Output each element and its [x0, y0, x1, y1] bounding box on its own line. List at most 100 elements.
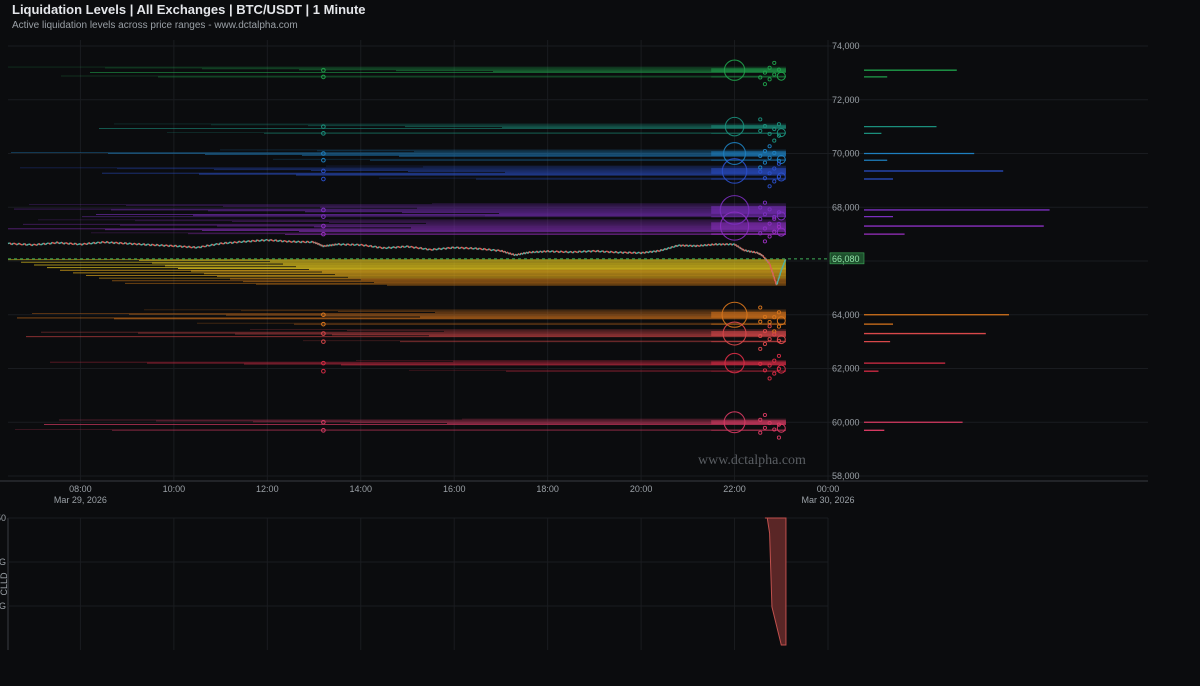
y-tick-label: 70,000	[832, 149, 860, 159]
level-70750	[167, 131, 786, 136]
level-67300	[8, 219, 786, 232]
price-segment	[470, 246, 474, 250]
price-segment	[527, 251, 530, 254]
price-segment	[395, 245, 399, 249]
price-segment	[509, 252, 512, 255]
price-segment	[661, 249, 665, 252]
x-tick-sublabel: Mar 29, 2026	[54, 495, 107, 505]
price-segment	[163, 244, 166, 247]
price-segment	[750, 250, 753, 253]
price-segment	[186, 245, 190, 249]
liquidation-band-below	[8, 259, 786, 286]
liquidation-dot	[767, 324, 772, 329]
price-segment	[275, 239, 278, 242]
liquidation-dot	[772, 60, 777, 65]
price-segment	[106, 240, 110, 244]
price-segment	[245, 240, 248, 243]
liquidation-dot	[758, 117, 763, 122]
price-segment	[206, 244, 210, 247]
liquidation-dot	[767, 234, 772, 239]
price-segment	[277, 240, 280, 243]
level-64000	[17, 309, 786, 320]
liquidation-dot	[767, 184, 772, 189]
price-segment	[425, 247, 429, 251]
price-segment	[774, 281, 777, 285]
price-segment	[26, 243, 29, 246]
price-segment	[590, 249, 594, 253]
price-segment	[133, 242, 136, 245]
level-70000	[11, 149, 786, 157]
price-segment	[255, 239, 258, 243]
price-segment	[195, 246, 198, 249]
level-63000	[303, 339, 786, 344]
price-segment	[293, 240, 297, 244]
price-segment	[603, 250, 607, 254]
price-segment	[656, 249, 659, 252]
current-price-label: 66,080	[829, 252, 865, 265]
x-tick-sublabel: Mar 30, 2026	[801, 495, 854, 505]
price-segment	[463, 246, 467, 250]
price-segment	[252, 239, 255, 242]
liquidation-dot	[767, 376, 772, 381]
liquidation-dot	[772, 371, 777, 376]
level-origin-dot	[321, 176, 326, 182]
price-segment	[286, 240, 290, 243]
price-segment	[516, 253, 519, 257]
liquidation-dot	[758, 305, 763, 310]
price-segment	[737, 245, 740, 248]
price-segment	[69, 242, 73, 245]
price-segment	[493, 249, 497, 252]
price-segment	[156, 243, 160, 247]
price-segment	[126, 242, 130, 245]
price-segment	[691, 244, 694, 248]
price-segment	[482, 247, 485, 251]
price-segment	[475, 247, 479, 251]
price-segment	[642, 251, 645, 254]
price-segment	[390, 246, 393, 250]
price-segment	[537, 250, 541, 254]
price-segment	[696, 244, 699, 247]
price-segment	[427, 248, 430, 251]
y-tick-label: 74,000	[832, 41, 860, 51]
price-segment	[543, 250, 546, 253]
liquidation-dot	[772, 179, 777, 184]
price-segment	[338, 242, 342, 246]
price-segment	[716, 243, 719, 246]
level-origin-dot	[321, 368, 326, 374]
price-segment	[447, 246, 450, 249]
price-segment	[330, 244, 334, 247]
price-segment	[620, 251, 624, 254]
x-tick-label: 10:00	[163, 484, 186, 494]
price-segment	[495, 249, 499, 252]
price-segment	[552, 250, 555, 253]
price-segment	[627, 251, 630, 254]
price-segment	[553, 250, 557, 254]
x-tick-label: 14:00	[349, 484, 372, 494]
price-segment	[138, 242, 141, 246]
liquidation-dots	[758, 60, 781, 440]
price-segment	[86, 242, 90, 245]
level-69050	[321, 176, 786, 182]
liquidation-dot	[776, 435, 781, 440]
price-segment	[176, 245, 180, 248]
liquidation-chart[interactable]: 74,00072,00070,00068,00066,00064,00062,0…	[0, 0, 1200, 686]
price-segment	[680, 244, 684, 247]
price-segment	[143, 243, 147, 246]
liquidation-dot	[758, 430, 763, 435]
price-segment	[302, 240, 305, 243]
y-tick-label: 60,000	[832, 417, 860, 427]
level-59700	[15, 428, 786, 433]
price-segment	[243, 240, 247, 243]
price-segment	[358, 243, 362, 247]
price-segment	[51, 241, 55, 244]
price-segment	[477, 247, 480, 251]
y-tick-label: 62,000	[832, 364, 860, 374]
liquidation-dot	[762, 82, 767, 87]
price-segment	[452, 246, 455, 249]
price-segment	[29, 243, 33, 247]
price-segment	[770, 267, 773, 270]
price-segment	[327, 244, 330, 247]
level-72850	[61, 74, 786, 80]
price-segment	[375, 245, 379, 249]
watermark: www.dctalpha.com	[698, 453, 806, 468]
